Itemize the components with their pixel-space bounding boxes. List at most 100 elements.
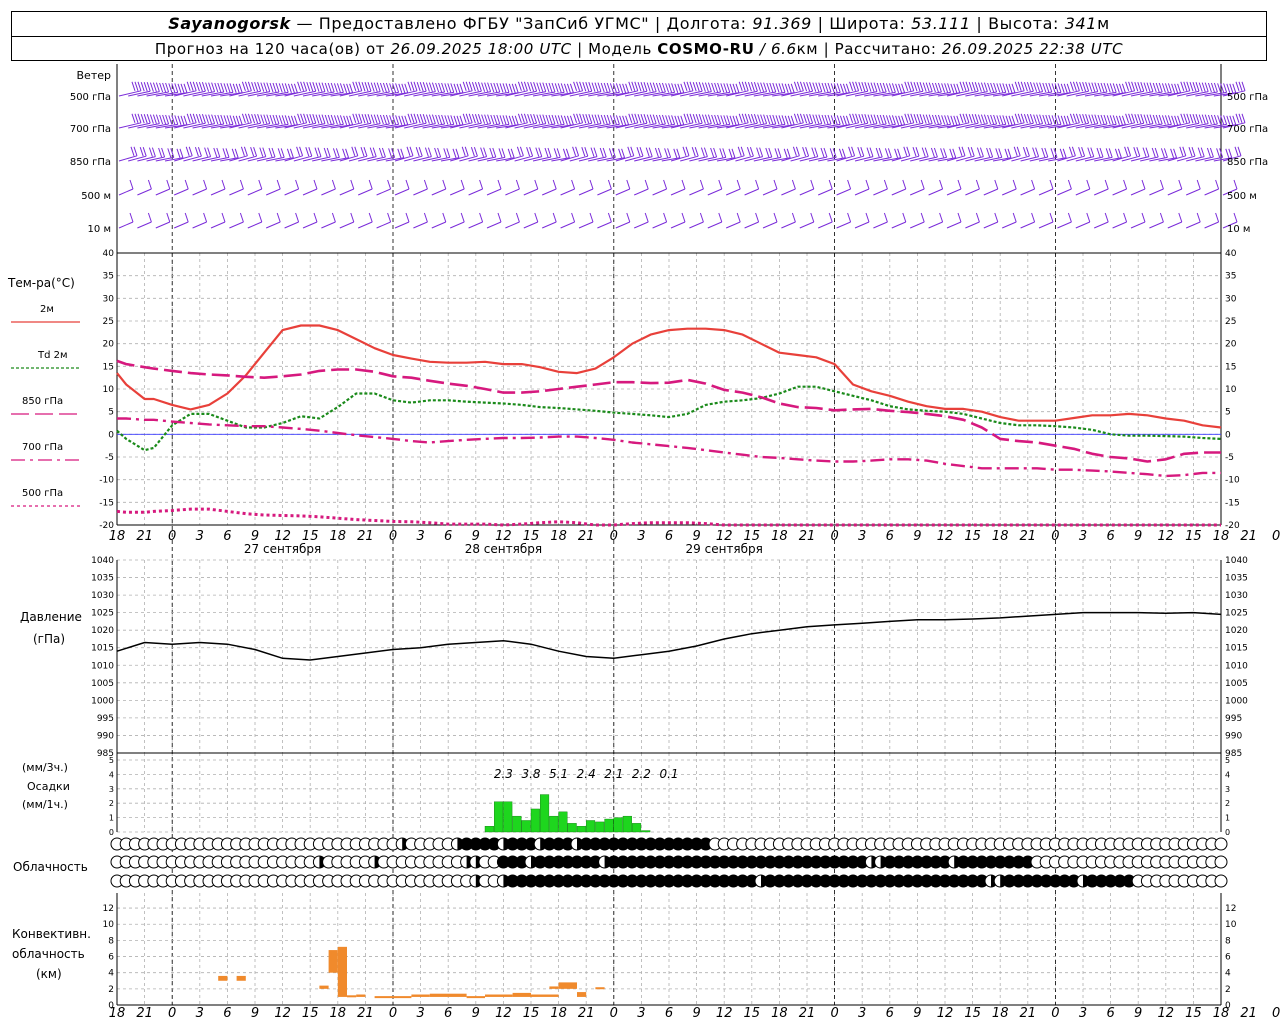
wind-barb — [689, 221, 704, 229]
wind-feather — [465, 113, 470, 123]
wind-feather — [769, 82, 774, 93]
bottom-hour-label: 15 — [302, 1006, 319, 1021]
wind-feather — [1062, 148, 1067, 158]
wind-feather — [1158, 114, 1163, 125]
wind-feather — [240, 146, 245, 156]
wind-feather — [1177, 83, 1182, 93]
wind-barb — [910, 156, 929, 162]
wind-feather — [309, 82, 314, 92]
wind-feather — [262, 147, 267, 157]
wind-barb — [137, 188, 152, 196]
bottom-hour-label: 0 — [1051, 1006, 1059, 1021]
hour-label: 3 — [196, 529, 204, 544]
wind-feather — [284, 83, 289, 93]
wind-feather — [185, 146, 190, 156]
wind-feather — [1210, 82, 1215, 93]
wind-feather — [1086, 212, 1091, 223]
wind-feather — [395, 115, 400, 125]
wind-feather — [1195, 114, 1200, 124]
wind-feather — [211, 114, 216, 124]
wind-feather — [700, 147, 705, 157]
wind-feather — [1103, 114, 1108, 125]
wind-feather — [879, 82, 884, 93]
wind-feather — [247, 113, 252, 123]
wind-feather — [1097, 114, 1102, 125]
wind-barb — [946, 188, 962, 196]
conv-bar — [356, 994, 366, 997]
pres-ytick-right: 1040 — [1225, 556, 1248, 566]
wind-barb — [339, 221, 354, 229]
wind-feather — [784, 115, 789, 125]
wind-feather — [300, 81, 305, 91]
temp-ytick-right: 0 — [1225, 430, 1231, 440]
wind-feather — [888, 83, 893, 93]
wind-barb — [1020, 188, 1035, 196]
wind-feather — [520, 113, 525, 123]
wind-feather — [839, 115, 844, 125]
hour-label: 6 — [223, 529, 231, 544]
wind-feather — [508, 115, 513, 125]
wind-feather — [535, 147, 540, 157]
wind-feather — [994, 212, 999, 223]
wind-feather — [870, 82, 875, 92]
wind-feather — [897, 148, 902, 158]
hour-label: 18 — [550, 529, 567, 544]
wind-feather — [1005, 83, 1010, 93]
wind-feather — [456, 83, 461, 93]
date-label: 28 сентября — [465, 542, 542, 556]
conv-bar — [319, 985, 329, 989]
wind-feather — [349, 115, 354, 125]
wind-feather — [1051, 83, 1056, 93]
wind-feather — [970, 147, 975, 157]
wind-feather — [636, 147, 641, 157]
wind-feather — [548, 114, 553, 125]
wind-barb — [597, 188, 612, 196]
wind-feather — [744, 81, 749, 91]
wind-feather — [777, 148, 782, 158]
pres-ytick-left: 1025 — [91, 609, 114, 619]
wind-feather — [534, 179, 539, 190]
wind-feather — [404, 83, 409, 93]
wind-feather — [473, 147, 478, 157]
wind-feather — [496, 82, 501, 93]
wind-feather — [849, 113, 854, 123]
wind-feather — [1088, 114, 1093, 124]
wind-feather — [452, 148, 457, 158]
wind-feather — [934, 114, 939, 125]
wind-feather — [257, 82, 262, 92]
wind-feather — [523, 81, 528, 91]
wind-feather — [990, 114, 995, 125]
wind-feather — [625, 115, 630, 125]
wind-feather — [941, 83, 946, 93]
temp-ytick-right: 20 — [1225, 340, 1237, 350]
wind-feather — [681, 212, 686, 223]
wind-feather — [898, 83, 903, 93]
wind-feather — [483, 147, 488, 157]
wind-feather — [753, 114, 758, 124]
wind-feather — [407, 113, 412, 123]
wind-feather — [367, 114, 372, 124]
wind-feather — [729, 83, 734, 93]
wind-feather — [953, 83, 958, 93]
wind-barb — [1020, 156, 1039, 162]
wind-feather — [894, 148, 899, 158]
bottom-hour-label: 21 — [136, 1006, 153, 1021]
pres-ytick-left: 1035 — [91, 574, 114, 584]
wind-feather — [1141, 212, 1146, 223]
wind-feather — [368, 179, 373, 190]
pres-ytick-left: 995 — [97, 714, 114, 724]
wind-feather — [147, 212, 152, 223]
wind-feather — [581, 147, 586, 157]
wind-feather — [1041, 147, 1046, 158]
wind-feather — [189, 113, 194, 123]
wind-feather — [589, 212, 594, 223]
wind-feather — [1133, 147, 1138, 157]
wind-feather — [1075, 113, 1080, 123]
wind-feather — [275, 114, 280, 125]
pres-ytick-left: 1020 — [91, 626, 114, 636]
wind-feather — [479, 212, 484, 223]
wind-feather — [398, 83, 403, 93]
wind-feather — [755, 212, 760, 223]
wind-feather — [1057, 83, 1062, 93]
wind-feather — [585, 82, 590, 92]
